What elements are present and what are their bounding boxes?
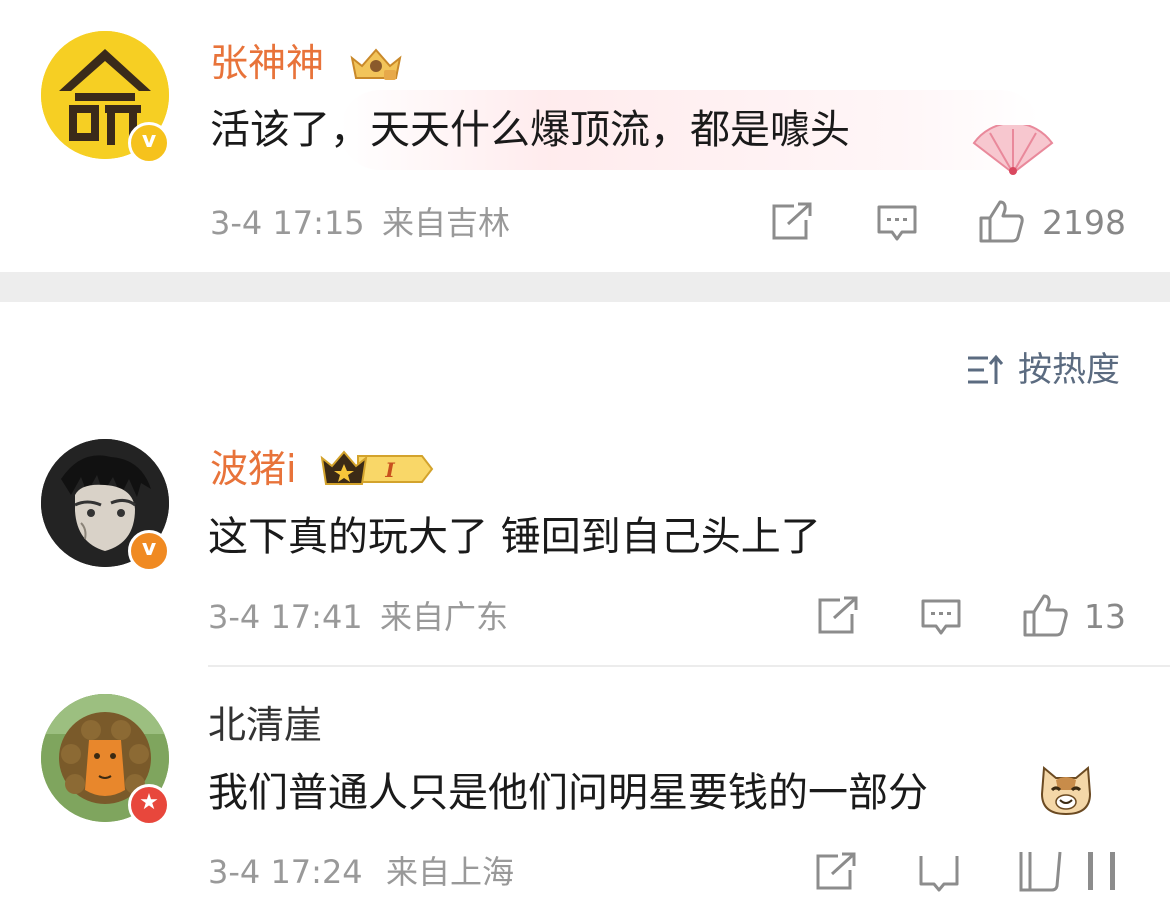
crown-badge-icon <box>350 48 402 80</box>
comment-time: 3-4 17:24 <box>208 853 363 891</box>
comment-location: 来自广东 <box>380 598 509 636</box>
comment-icon[interactable] <box>920 598 962 638</box>
sort-icon[interactable] <box>966 352 1006 388</box>
cat-face-emoji-icon <box>1040 765 1092 816</box>
like-count: 13 <box>1084 597 1126 636</box>
like-thumb-icon[interactable] <box>1018 850 1128 894</box>
comment-text: 这下真的玩大了 锤回到自己头上了 <box>208 514 821 560</box>
like-count: 2198 <box>1042 203 1126 242</box>
comment-icon[interactable] <box>876 204 918 244</box>
verified-badge-icon: v <box>128 122 170 164</box>
username[interactable]: 波猪i <box>210 446 297 492</box>
verified-badge-icon: v <box>128 530 170 572</box>
comment-location: 来自吉林 <box>382 204 511 242</box>
section-divider <box>0 272 1170 302</box>
like-thumb-icon[interactable] <box>978 198 1026 244</box>
username[interactable]: 张神神 <box>210 40 324 86</box>
comment-time: 3-4 17:15 <box>210 204 365 242</box>
comment-icon[interactable] <box>918 856 960 892</box>
comment-location: 来自上海 <box>386 853 515 891</box>
username[interactable]: 北清崖 <box>208 702 322 748</box>
comment-text: 活该了，天天什么爆顶流，都是噱头 <box>210 107 850 153</box>
comment-separator <box>208 665 1170 667</box>
comment-text: 我们普通人只是他们问明星要钱的一部分 <box>208 770 928 816</box>
share-icon[interactable] <box>816 596 860 636</box>
like-thumb-icon[interactable] <box>1022 592 1070 638</box>
folding-fan-icon <box>972 125 1054 175</box>
share-icon[interactable] <box>770 202 814 242</box>
comment-time: 3-4 17:41 <box>208 598 363 636</box>
vip-crown-badge-icon: I <box>320 450 434 485</box>
verified-badge-icon: ★ <box>128 784 170 826</box>
share-icon[interactable] <box>814 852 858 892</box>
sort-by-hot-button[interactable]: 按热度 <box>1018 350 1120 390</box>
vip-level: I <box>384 458 395 482</box>
